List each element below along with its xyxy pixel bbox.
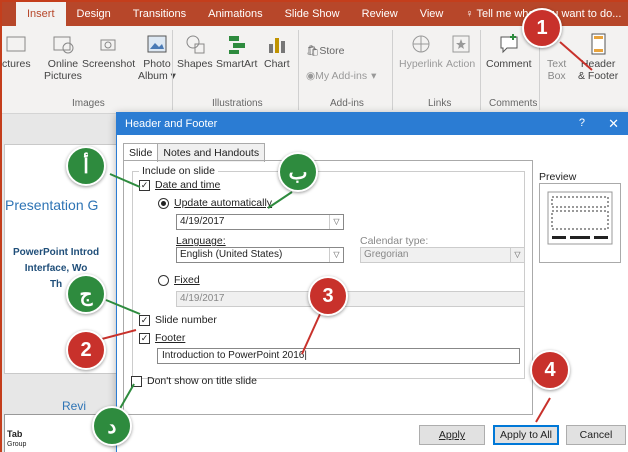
smartart-icon (228, 36, 245, 54)
apply-to-all-button[interactable]: Apply to All (493, 425, 559, 445)
callout-marker-1: 1 (522, 8, 562, 48)
callout-marker-dal: د (92, 406, 132, 446)
action-star-icon (452, 35, 470, 53)
preview-label: Preview (539, 171, 577, 183)
language-select[interactable]: English (United States) ▽ (176, 247, 344, 263)
my-addins-button[interactable]: ◉ My Add-ins ▾ (306, 70, 376, 82)
checkbox-date-time[interactable]: ✓ (139, 179, 150, 191)
tab-design[interactable]: Design (66, 2, 122, 26)
group-illustrations: Illustrations (212, 98, 263, 109)
date-time-checkbox[interactable]: ✓ Date and time (139, 179, 220, 191)
fixed-date-input[interactable]: 4/19/2017 (176, 291, 525, 307)
radio-update-auto[interactable] (158, 197, 169, 209)
callout-marker-alef: أ (66, 146, 106, 186)
group-images: Images (72, 98, 105, 109)
checkbox-footer[interactable]: ✓ (139, 332, 150, 344)
group-comments: Comments (489, 98, 538, 109)
callout-marker-4: 4 (530, 350, 570, 390)
callout-marker-2: 2 (66, 330, 106, 370)
cancel-button[interactable]: Cancel (566, 425, 626, 445)
include-label: Include on slide (139, 165, 218, 177)
group-links: Links (428, 98, 452, 109)
chevron-down-icon: ▽ (329, 248, 343, 262)
preview-box (539, 183, 621, 263)
header-footer-dialog: Header and Footer ? ✕ Slide Notes and Ha… (116, 112, 628, 452)
camera-icon (100, 39, 116, 51)
chart-icon (268, 38, 285, 53)
action-button[interactable]: Action (446, 32, 475, 70)
globe-link-icon (412, 35, 430, 53)
tab-animations[interactable]: Animations (197, 2, 273, 26)
tab-review[interactable]: Review (351, 2, 409, 26)
dialog-title: Header and Footer (125, 118, 218, 130)
calendar-type-select[interactable]: Gregorian ▽ (360, 247, 525, 263)
help-button[interactable]: ? (579, 117, 585, 129)
callout-marker-3: 3 (308, 276, 348, 316)
language-label: Language: (176, 235, 226, 247)
photo-album-icon (147, 35, 167, 53)
chevron-down-icon: ▽ (510, 248, 524, 262)
footer-text-input[interactable]: Introduction to PowerPoint 2016| (157, 348, 520, 364)
addins-icon: ◉ (306, 70, 316, 82)
screenshot-button[interactable]: Screenshot (82, 32, 135, 70)
tab-view[interactable]: View (409, 2, 455, 26)
footer-checkbox[interactable]: ✓ Footer (139, 332, 185, 344)
callout-marker-ba: ب (278, 152, 318, 192)
shapes-button[interactable]: Shapes (177, 32, 213, 70)
checkbox-dont-show[interactable] (131, 375, 142, 387)
apply-button[interactable]: Apply (419, 425, 485, 445)
online-pictures-button[interactable]: Online Pictures (44, 32, 82, 82)
slide-number-checkbox[interactable]: ✓ Slide number (139, 314, 217, 326)
calendar-type-label: Calendar type: (360, 235, 429, 247)
store-icon: 🛍 (306, 45, 320, 57)
pictures-icon (6, 36, 26, 52)
close-icon[interactable]: ✕ (608, 116, 619, 132)
tab-insert[interactable]: Insert (16, 2, 66, 26)
group-addins: Add-ins (330, 98, 364, 109)
dont-show-title-checkbox[interactable]: Don't show on title slide (131, 375, 257, 387)
date-format-select[interactable]: 4/19/2017 ▽ (176, 214, 344, 230)
chevron-down-icon: ▽ (329, 215, 343, 229)
slide-title: Presentation G (5, 197, 99, 213)
update-automatically-radio[interactable]: Update automatically (158, 197, 272, 209)
tab-transitions[interactable]: Transitions (122, 2, 197, 26)
online-pictures-icon (53, 36, 74, 54)
preview-thumbnail (547, 191, 613, 245)
slide-review-text: Revi (62, 399, 87, 413)
header-footer-button[interactable]: Header & Footer (578, 32, 618, 82)
smartart-button[interactable]: SmartArt (216, 32, 257, 70)
fixed-radio[interactable]: Fixed (158, 274, 200, 286)
header-footer-icon (591, 33, 606, 55)
chart-button[interactable]: Chart (264, 32, 290, 70)
hyperlink-button[interactable]: Hyperlink (399, 32, 443, 70)
store-button[interactable]: 🛍 Store (306, 44, 344, 58)
radio-fixed[interactable] (158, 274, 169, 286)
callout-marker-jim: ج (66, 274, 106, 314)
lightbulb-icon: ♀ (465, 8, 477, 20)
tab-slide-show[interactable]: Slide Show (274, 2, 351, 26)
shapes-icon (186, 35, 205, 54)
comment-icon (500, 34, 518, 54)
pictures-button[interactable]: ctures (2, 32, 31, 70)
dialog-titlebar: Header and Footer ? ✕ (117, 113, 628, 135)
checkbox-slide-number[interactable]: ✓ (139, 314, 150, 326)
photo-album-button[interactable]: Photo Album ▾ (138, 32, 176, 82)
